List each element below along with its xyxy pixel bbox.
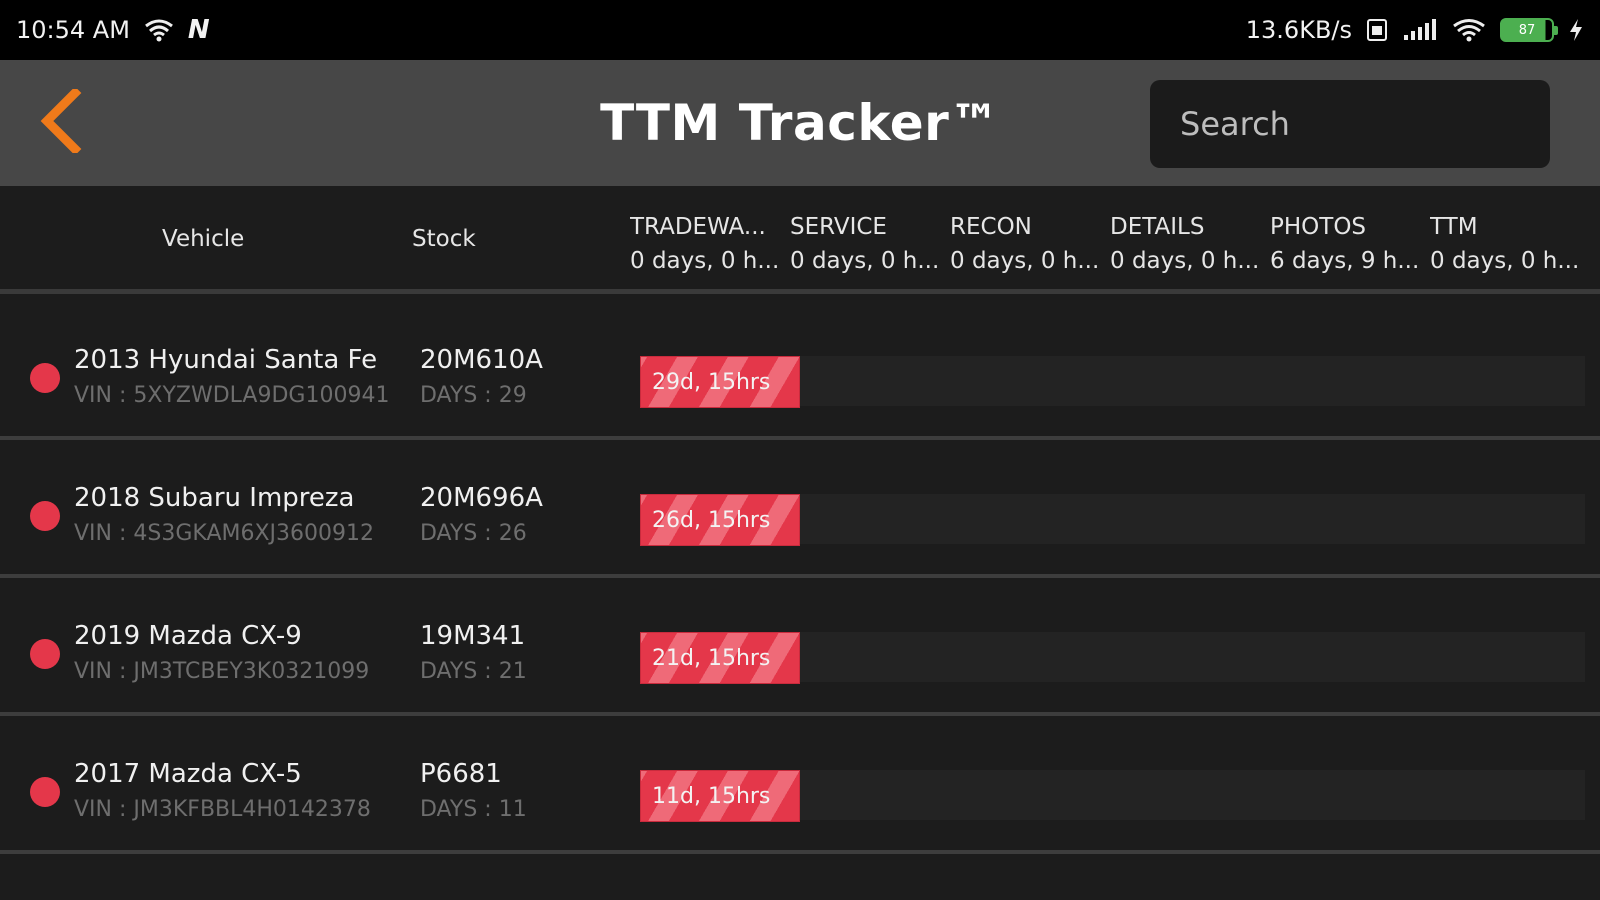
column-header-details[interactable]: DETAILS 0 days, 0 h...	[1110, 210, 1262, 278]
stock-number: P6681	[420, 759, 502, 789]
vehicle-row[interactable]: 2018 Subaru Impreza VIN : 4S3GKAM6XJ3600…	[0, 445, 1600, 578]
wifi-icon	[1452, 18, 1486, 42]
chevron-left-icon	[39, 86, 83, 157]
days-count: DAYS : 26	[420, 521, 527, 546]
vehicle-vin: VIN : 4S3GKAM6XJ3600912	[74, 521, 375, 546]
page-title: TTM Tracker™	[600, 94, 1000, 152]
stage-duration: 0 days, 0 h...	[1110, 248, 1260, 274]
sim-icon	[1366, 18, 1388, 42]
vehicle-vin: VIN : JM3KFBBL4H0142378	[74, 797, 371, 822]
vehicle-row[interactable]: 2019 Mazda CX-9 VIN : JM3TCBEY3K0321099 …	[0, 583, 1600, 716]
charging-icon	[1568, 18, 1584, 42]
table-header: Vehicle Stock TRADEWA... 0 days, 0 h... …	[0, 186, 1600, 294]
vehicle-name: 2018 Subaru Impreza	[74, 483, 355, 513]
stage-duration: 0 days, 0 h...	[950, 248, 1100, 274]
stage-progress-bar[interactable]: 29d, 15hrs	[640, 356, 800, 408]
status-bar: 10:54 AM N 13.6KB/s 87	[0, 0, 1600, 60]
wifi-icon	[144, 18, 174, 42]
days-count: DAYS : 21	[420, 659, 527, 684]
search-input[interactable]	[1150, 80, 1550, 168]
stock-number: 20M610A	[420, 345, 543, 375]
vehicle-name: 2017 Mazda CX-5	[74, 759, 302, 789]
stage-name: TRADEWA...	[630, 214, 766, 240]
stage-name: TTM	[1430, 214, 1478, 240]
column-header-ttm[interactable]: TTM 0 days, 0 h...	[1430, 210, 1582, 278]
column-header-vehicle[interactable]: Vehicle	[162, 226, 244, 252]
stage-progress-bar[interactable]: 11d, 15hrs	[640, 770, 800, 822]
vehicle-row[interactable]: 2013 Hyundai Santa Fe VIN : 5XYZWDLA9DG1…	[0, 307, 1600, 440]
vehicle-name: 2013 Hyundai Santa Fe	[74, 345, 378, 375]
stock-number: 20M696A	[420, 483, 543, 513]
signal-icon	[1402, 18, 1438, 42]
network-speed-text: 13.6KB/s	[1245, 16, 1352, 44]
stage-duration: 0 days, 0 h...	[790, 248, 940, 274]
status-dot	[30, 777, 60, 807]
stage-progress-bar[interactable]: 26d, 15hrs	[640, 494, 800, 546]
stage-name: PHOTOS	[1270, 214, 1367, 240]
column-header-stock[interactable]: Stock	[412, 226, 476, 252]
stage-duration: 0 days, 0 h...	[1430, 248, 1580, 274]
status-dot	[30, 639, 60, 669]
back-button[interactable]	[26, 86, 96, 158]
clock-text: 10:54 AM	[16, 16, 130, 44]
column-header-service[interactable]: SERVICE 0 days, 0 h...	[790, 210, 942, 278]
vehicle-vin: VIN : JM3TCBEY3K0321099	[74, 659, 370, 684]
stage-name: SERVICE	[790, 214, 887, 240]
stage-duration: 6 days, 9 h...	[1270, 248, 1420, 274]
stage-name: DETAILS	[1110, 214, 1205, 240]
column-header-recon[interactable]: RECON 0 days, 0 h...	[950, 210, 1102, 278]
n-app-icon: N	[187, 15, 210, 45]
stage-duration: 0 days, 0 h...	[630, 248, 780, 274]
days-count: DAYS : 11	[420, 797, 527, 822]
column-header-photos[interactable]: PHOTOS 6 days, 9 h...	[1270, 210, 1422, 278]
app-bar: TTM Tracker™	[0, 60, 1600, 186]
status-dot	[30, 501, 60, 531]
days-count: DAYS : 29	[420, 383, 527, 408]
column-header-tradewalk[interactable]: TRADEWA... 0 days, 0 h...	[630, 210, 782, 278]
stage-progress-bar[interactable]: 21d, 15hrs	[640, 632, 800, 684]
status-bar-left: 10:54 AM N	[16, 15, 210, 45]
vehicle-row[interactable]: 2017 Mazda CX-5 VIN : JM3KFBBL4H0142378 …	[0, 721, 1600, 854]
battery-icon: 87	[1500, 18, 1558, 42]
vehicle-vin: VIN : 5XYZWDLA9DG100941	[74, 383, 390, 408]
status-dot	[30, 363, 60, 393]
stage-name: RECON	[950, 214, 1032, 240]
vehicle-name: 2019 Mazda CX-9	[74, 621, 302, 651]
stock-number: 19M341	[420, 621, 526, 651]
status-bar-right: 13.6KB/s 87	[1246, 16, 1584, 44]
